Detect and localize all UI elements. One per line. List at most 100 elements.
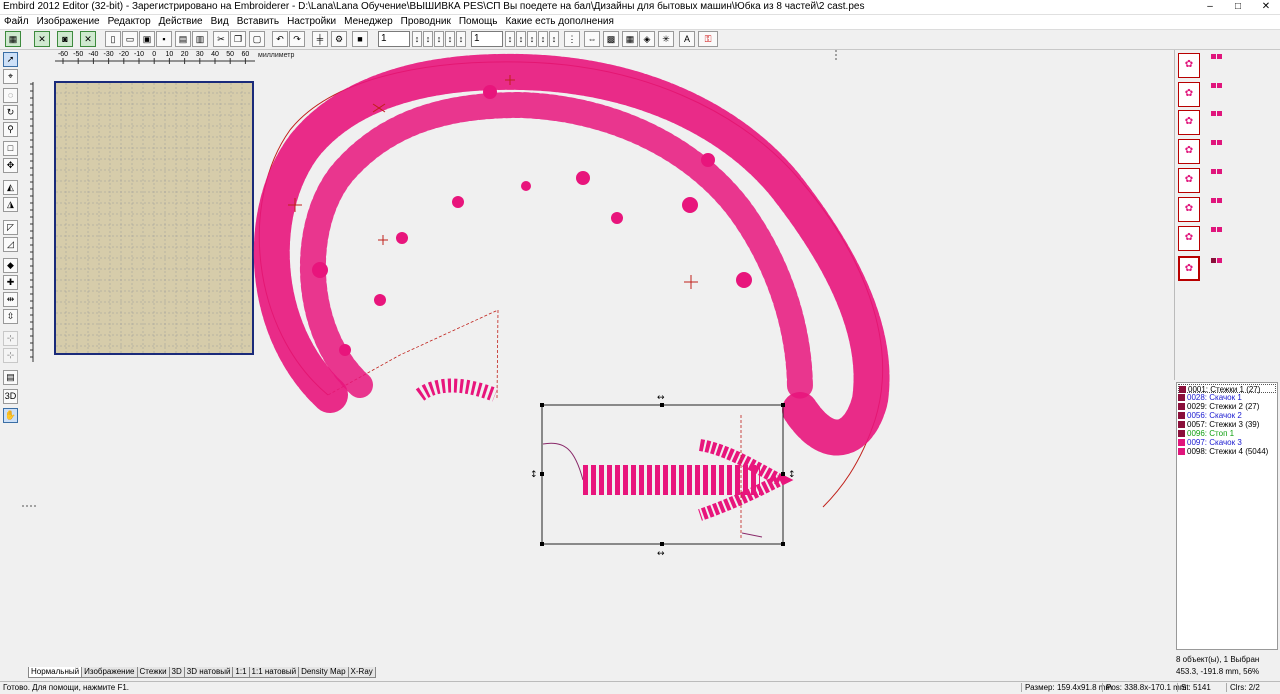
tab-normal[interactable]: Нормальный [28, 667, 83, 678]
object-thumbnail[interactable]: ✿ [1178, 110, 1200, 135]
filter-icon[interactable]: ▩ [603, 31, 619, 47]
align-top-icon[interactable]: ◸ [3, 220, 18, 235]
optimize-icon[interactable]: ◈ [639, 31, 655, 47]
mirror-icon[interactable]: ⇔ [584, 31, 600, 47]
align-middle-icon[interactable]: ◆ [3, 258, 18, 273]
stitch-type-icon[interactable]: ✳ [658, 31, 674, 47]
zoom-icon[interactable]: ⚲ [3, 122, 18, 137]
group-icon[interactable]: ◙ [57, 31, 73, 47]
3d-view-icon[interactable]: 3D [3, 389, 18, 404]
tab-1-1-natural[interactable]: 1:1 натовый [248, 667, 300, 678]
cut-icon[interactable]: ✂ [213, 31, 229, 47]
distribute-icon[interactable]: ✚ [3, 275, 18, 290]
menu-editor[interactable]: Редактор [104, 15, 155, 29]
align-left-icon[interactable]: ◭ [3, 180, 18, 195]
select-all-icon[interactable]: ✕ [34, 31, 50, 47]
new-file-icon[interactable]: ▯ [105, 31, 121, 47]
tab-image[interactable]: Изображение [81, 667, 138, 678]
hoop-select-icon[interactable]: □ [3, 141, 18, 156]
spin-up-down-icon[interactable]: ↕ [516, 31, 526, 47]
paste-icon[interactable]: ▢ [249, 31, 265, 47]
list-item[interactable]: 0028: Скачок 1 [1178, 393, 1242, 402]
list-item[interactable]: 0097: Скачок 3 [1178, 438, 1242, 447]
list-item[interactable]: 0098: Стежки 4 (5044) [1178, 447, 1268, 456]
save-icon[interactable]: ▣ [139, 31, 155, 47]
copy-icon[interactable]: ❐ [230, 31, 246, 47]
menu-action[interactable]: Действие [155, 15, 207, 29]
pointer-icon[interactable]: ➚ [3, 52, 18, 67]
open-file-icon[interactable]: ▭ [122, 31, 138, 47]
menu-explorer[interactable]: Проводник [397, 15, 455, 29]
object-thumbnail[interactable]: ✿ [1178, 168, 1200, 193]
spin-up-down-icon[interactable]: ↕ [505, 31, 515, 47]
align-center-icon[interactable]: ◮ [3, 197, 18, 212]
minimize-button[interactable]: – [1196, 0, 1224, 14]
move-h-icon[interactable]: ⇹ [3, 292, 18, 307]
tab-stitches[interactable]: Стежки [136, 667, 170, 678]
spin-up-down-icon[interactable]: ↕ [527, 31, 537, 47]
stop-icon[interactable]: ■ [352, 31, 368, 47]
lettering-icon[interactable]: A [679, 31, 695, 47]
save-as-icon[interactable]: ▪ [156, 31, 172, 47]
spin-up-down-icon[interactable]: ↕ [423, 31, 433, 47]
center-icon[interactable]: ╪ [312, 31, 328, 47]
tab-3d[interactable]: 3D [168, 667, 185, 678]
ruler-tick-label: 30 [195, 51, 204, 58]
rotate-icon[interactable]: ↻ [3, 105, 18, 120]
redo-icon[interactable]: ↷ [289, 31, 305, 47]
spin-up-down-icon[interactable]: ↕ [412, 31, 422, 47]
scale-x-input[interactable]: 1 [378, 31, 410, 47]
node-edit-icon[interactable]: ⌖ [3, 69, 18, 84]
list-item[interactable]: 0096: Стоп 1 [1178, 429, 1234, 438]
object-thumbnail[interactable]: ✿ [1178, 53, 1200, 78]
close-button[interactable]: ✕ [1252, 0, 1280, 14]
undo-icon[interactable]: ↶ [272, 31, 288, 47]
menu-addons[interactable]: Какие есть дополнения [501, 15, 617, 29]
list-item[interactable]: 0029: Стежки 2 (27) [1178, 402, 1259, 411]
grid-icon[interactable]: ▤ [3, 370, 18, 385]
key-icon[interactable]: ⚿ [698, 31, 718, 47]
menu-insert[interactable]: Вставить [233, 15, 283, 29]
move-icon[interactable]: ✥ [3, 158, 18, 173]
object-thumbnail[interactable]: ✿ [1178, 139, 1200, 164]
align-bottom-icon[interactable]: ◿ [3, 237, 18, 252]
spin-up-down-icon[interactable]: ↕ [456, 31, 466, 47]
menu-help[interactable]: Помощь [455, 15, 502, 29]
color-chip [1217, 111, 1222, 116]
scale-y-input[interactable]: 1 [471, 31, 503, 47]
object-thumbnail[interactable]: ✿ [1178, 197, 1200, 222]
density-icon[interactable]: ▦ [622, 31, 638, 47]
stitch-color-list[interactable]: 0001: Стежки 1 (27) 0028: Скачок 1 0029:… [1176, 382, 1278, 650]
object-thumbnail-selected[interactable]: ✿ [1178, 256, 1200, 281]
split-icon[interactable]: ⋮ [564, 31, 580, 47]
menu-image[interactable]: Изображение [33, 15, 104, 29]
spin-up-down-icon[interactable]: ↕ [538, 31, 548, 47]
print-icon[interactable]: ▤ [175, 31, 191, 47]
list-item[interactable]: 0057: Стежки 3 (39) [1178, 420, 1259, 429]
object-thumbnail[interactable]: ✿ [1178, 226, 1200, 251]
move-v-icon[interactable]: ⇳ [3, 309, 18, 324]
tab-3d-natural[interactable]: 3D натовый [183, 667, 234, 678]
menu-file[interactable]: Файл [0, 15, 33, 29]
preview-icon[interactable]: ▥ [192, 31, 208, 47]
tab-density-map[interactable]: Density Map [298, 667, 349, 678]
hand-icon[interactable]: ✋ [3, 408, 18, 423]
stitch-settings-icon[interactable]: ⚙ [331, 31, 347, 47]
spin-up-down-icon[interactable]: ↕ [434, 31, 444, 47]
spin-up-down-icon[interactable]: ↕ [445, 31, 455, 47]
hoop-icon[interactable]: ▦ [5, 31, 21, 47]
menu-settings[interactable]: Настройки [283, 15, 340, 29]
list-item[interactable]: 0001: Стежки 1 (27) [1178, 384, 1276, 394]
menu-manager[interactable]: Менеджер [340, 15, 397, 29]
object-thumbnail[interactable]: ✿ [1178, 82, 1200, 107]
list-item[interactable]: 0056: Скачок 2 [1178, 411, 1242, 420]
ungroup-icon[interactable]: ✕ [80, 31, 96, 47]
lasso-icon[interactable]: ◌ [3, 88, 18, 103]
design-canvas[interactable] [22, 50, 1172, 667]
maximize-button[interactable]: □ [1224, 0, 1252, 14]
list-item-label: Скачок 1 [1209, 393, 1242, 402]
menu-view[interactable]: Вид [207, 15, 233, 29]
tab-1-1[interactable]: 1:1 [232, 667, 250, 678]
tab-x-ray[interactable]: X-Ray [347, 667, 376, 678]
spin-up-down-icon[interactable]: ↕ [549, 31, 559, 47]
